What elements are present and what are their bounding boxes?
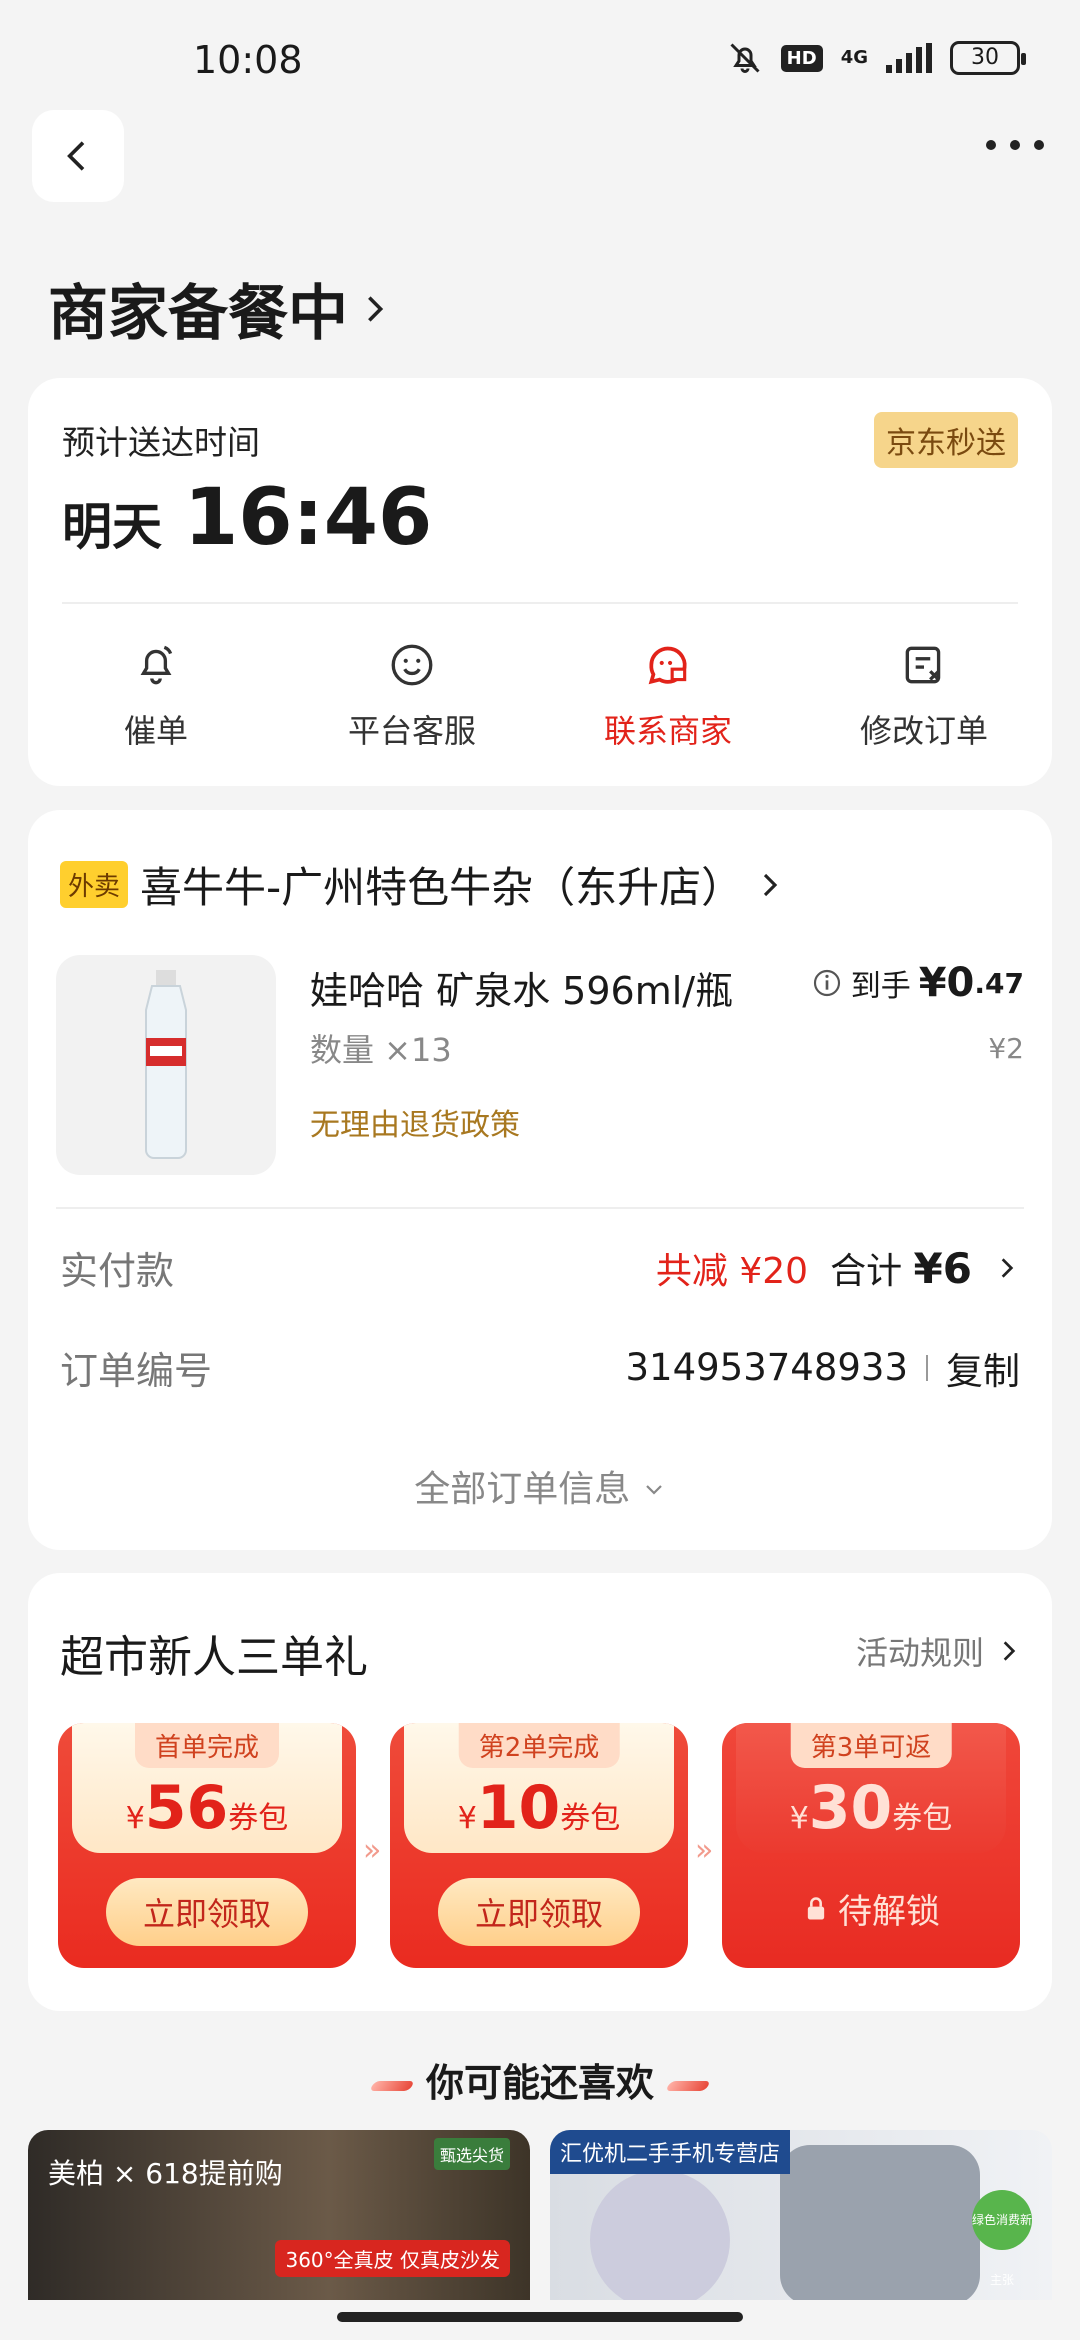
- product-name: 娃哈哈 矿泉水 596ml/瓶: [310, 969, 734, 1013]
- paid-label: 实付款: [60, 1249, 175, 1293]
- phone-image: [780, 2145, 980, 2300]
- ad-banner: 汇优机二手手机专营店: [550, 2130, 791, 2174]
- edit-order-icon: [905, 646, 941, 684]
- product-image[interactable]: [56, 955, 276, 1175]
- coupon-list: 首单完成 ¥56券包 立即领取 第2单完成 ¥10券包 立即领取 第3单可返 ¥…: [58, 1723, 1020, 1968]
- home-indicator[interactable]: [337, 2312, 743, 2322]
- coupon-second-order: 第2单完成 ¥10券包 立即领取: [390, 1723, 688, 1968]
- rules-link[interactable]: 活动规则: [856, 1628, 1022, 1674]
- coupon-third-order: 第3单可返 ¥30券包 待解锁: [722, 1723, 1020, 1968]
- total-value: ¥6: [913, 1243, 972, 1293]
- chevron-right-icon: [1003, 1641, 1016, 1661]
- coupon-first-order: 首单完成 ¥56券包 立即领取: [58, 1723, 356, 1968]
- ad-promo: 360°全真皮 仅真皮沙发: [275, 2240, 510, 2277]
- total-amount: 合计 ¥6: [830, 1242, 972, 1294]
- all-order-info-label: 全部订单信息: [414, 1469, 631, 1510]
- product-ad-card[interactable]: 汇优机二手手机专营店 绿色消费新主张: [550, 2130, 1052, 2300]
- paid-row[interactable]: 实付款 共减 ¥20 合计 ¥6: [60, 1240, 1020, 1295]
- locked-status: 待解锁: [722, 1884, 1020, 1933]
- claim-button[interactable]: 立即领取: [106, 1878, 308, 1946]
- rules-label: 活动规则: [855, 1634, 984, 1672]
- status-bar: 10:08 HD 4G 30: [0, 0, 1080, 120]
- promo-card: 超市新人三单礼 活动规则 首单完成 ¥56券包 立即领取 第2单完成 ¥10券包…: [28, 1573, 1052, 2011]
- store-name: 喜牛牛-广州特色牛杂（东升店）: [140, 863, 744, 912]
- signal-icon: [886, 43, 932, 73]
- coupon-amount: ¥10券包: [457, 1773, 621, 1843]
- hd-icon: HD: [780, 44, 823, 72]
- chevron-double-right-icon: »: [695, 1833, 714, 1868]
- final-price[interactable]: 到手 ¥0.47: [811, 960, 1024, 1006]
- battery-icon: 30: [950, 41, 1026, 75]
- network-type: 4G: [840, 47, 868, 68]
- discount-total: 共减 ¥20: [655, 1250, 809, 1292]
- page-title: 商家备餐中: [48, 279, 348, 349]
- coupon-amount: ¥30券包: [789, 1773, 953, 1843]
- store-chat-icon: [648, 646, 687, 685]
- order-number-label: 订单编号: [60, 1349, 213, 1393]
- separator: [926, 1354, 928, 1381]
- mute-bell-icon: [730, 43, 760, 73]
- divider: [62, 602, 1018, 604]
- chevron-double-right-icon: »: [363, 1833, 382, 1868]
- water-bottle-image: [145, 970, 187, 1159]
- coupon-amount: ¥56券包: [125, 1773, 289, 1843]
- more-button[interactable]: [986, 140, 1044, 150]
- claim-button[interactable]: 立即领取: [438, 1878, 640, 1946]
- chevron-right-icon: [1001, 1257, 1014, 1278]
- ad-brand: 美柏 × 618提前购: [48, 2157, 283, 2190]
- product-ad-card[interactable]: 美柏 × 618提前购 甄选尖货 360°全真皮 仅真皮沙发: [28, 2130, 530, 2300]
- order-card: 外卖 喜牛牛-广州特色牛杂（东升店） 娃哈哈 矿泉水 596ml/瓶 数量 ×1…: [28, 810, 1052, 1550]
- eta-label: 预计送达时间: [62, 423, 260, 462]
- final-price-label: 到手: [850, 969, 911, 1004]
- store-link[interactable]: 外卖 喜牛牛-广州特色牛杂（东升店）: [60, 854, 785, 915]
- original-price: ¥2: [988, 1032, 1024, 1065]
- delivery-card: 预计送达时间 京东秒送 明天 16:46 催单 平台客服 联系商家 修改订单: [28, 378, 1052, 786]
- bell-icon: [140, 645, 173, 685]
- coupon-tag: 第3单可返: [790, 1723, 952, 1768]
- smile-chat-icon: [391, 644, 433, 686]
- back-button[interactable]: [32, 110, 124, 202]
- order-number-row: 订单编号 314953748933 复制: [60, 1340, 1020, 1395]
- return-policy[interactable]: 无理由退货政策: [310, 1100, 520, 1144]
- total-label: 合计: [830, 1250, 903, 1292]
- eta-day: 明天: [62, 498, 162, 556]
- contact-merchant-button[interactable]: 联系商家: [540, 640, 796, 752]
- lock-icon: [807, 1896, 825, 1919]
- divider: [56, 1207, 1024, 1209]
- order-actions: 催单 平台客服 联系商家 修改订单: [28, 640, 1052, 752]
- eco-badge: 绿色消费新主张: [972, 2190, 1032, 2287]
- promo-title: 超市新人三单礼: [60, 1632, 368, 1683]
- coupon-tag: 第2单完成: [458, 1723, 620, 1768]
- order-number: 314953748933: [625, 1346, 909, 1389]
- chevron-right-icon: [764, 873, 778, 896]
- chevron-right-icon: [368, 295, 384, 322]
- urge-order-button[interactable]: 催单: [28, 640, 284, 752]
- ad-badge: 甄选尖货: [433, 2138, 510, 2170]
- action-label: 联系商家: [603, 712, 732, 750]
- info-icon: [813, 969, 840, 997]
- takeout-tag: 外卖: [60, 861, 129, 908]
- product-quantity: 数量 ×13: [310, 1031, 452, 1069]
- coupon-tag: 首单完成: [134, 1723, 280, 1768]
- action-label: 催单: [123, 712, 188, 750]
- final-price-dec: .47: [974, 966, 1024, 1000]
- eta: 明天 16:46: [62, 473, 432, 563]
- final-price-int: ¥0: [918, 960, 975, 1006]
- customer-service-button[interactable]: 平台客服: [284, 640, 540, 752]
- service-badge: 京东秒送: [874, 412, 1018, 468]
- copy-button[interactable]: 复制: [946, 1341, 1020, 1395]
- status-time: 10:08: [193, 38, 303, 82]
- status-icons: HD 4G 30: [727, 40, 1026, 76]
- action-label: 平台客服: [347, 712, 476, 750]
- eta-time: 16:46: [184, 473, 433, 563]
- all-order-info-toggle[interactable]: 全部订单信息: [28, 1460, 1052, 1512]
- action-label: 修改订单: [859, 712, 988, 750]
- phone-image: [590, 2170, 730, 2300]
- chevron-left-icon: [67, 141, 85, 171]
- modify-order-button[interactable]: 修改订单: [796, 640, 1052, 752]
- recommend-title: 你可能还喜欢: [0, 2052, 1080, 2107]
- chevron-down-icon: [645, 1485, 662, 1495]
- order-status-title[interactable]: 商家备餐中: [48, 265, 392, 352]
